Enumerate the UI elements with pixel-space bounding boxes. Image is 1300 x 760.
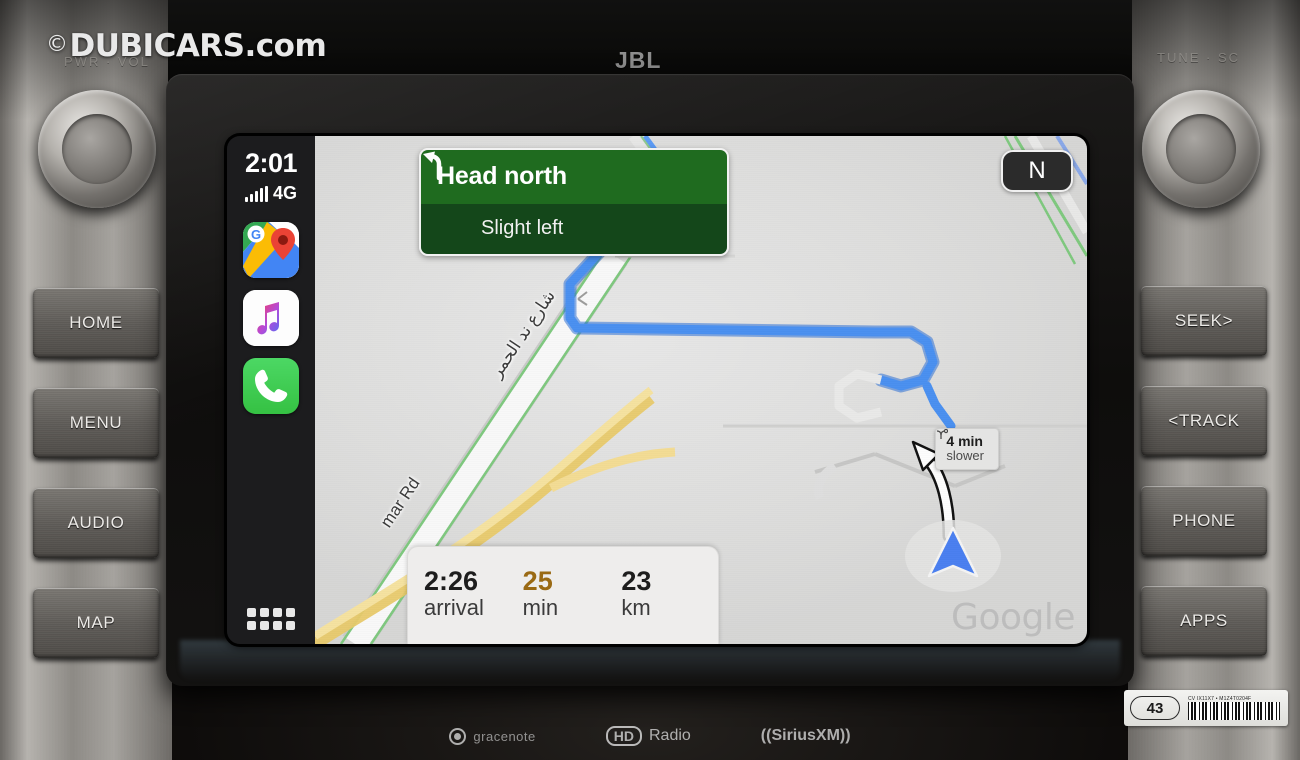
- eta-summary-card[interactable]: 2:26 arrival 25 min 23 km: [407, 546, 719, 644]
- left-knob-label: PWR · VOL: [64, 54, 150, 69]
- seek-button[interactable]: SEEK>: [1141, 286, 1267, 356]
- signal-bars-icon: [244, 186, 268, 202]
- bezel-logo-row: gracenote HD Radio ((SiriusXM)): [0, 726, 1300, 746]
- map-button[interactable]: MAP: [33, 588, 159, 658]
- hd-radio-icon: HD: [605, 726, 642, 746]
- compass-north-button[interactable]: N: [1001, 150, 1073, 192]
- apps-hw-button[interactable]: APPS: [1141, 586, 1267, 656]
- gracenote-logo: gracenote: [449, 727, 536, 745]
- eta-arrival: 2:26 arrival: [424, 565, 515, 621]
- alt-route-note: slower: [946, 448, 984, 464]
- menu-button[interactable]: MENU: [33, 388, 159, 458]
- dashboard-head-unit: JBL ©DUBICARS.com PWR · VOL TUNE · SC HO…: [0, 0, 1300, 760]
- phone-hw-button[interactable]: PHONE: [1141, 486, 1267, 556]
- carplay-sidebar: 2:01 4G G: [227, 136, 315, 644]
- jbl-logo: JBL: [615, 47, 662, 73]
- hd-radio-logo: HD Radio: [605, 726, 691, 746]
- track-button[interactable]: <TRACK: [1141, 386, 1267, 456]
- right-knob-label: TUNE · SC: [1157, 50, 1240, 65]
- barcode-icon: [1188, 702, 1280, 720]
- vehicle-position-marker: [905, 520, 1001, 592]
- audio-button[interactable]: AUDIO: [33, 488, 159, 558]
- eta-arrival-unit: arrival: [424, 595, 484, 621]
- eta-distance-value: 23: [621, 565, 652, 596]
- svg-text:G: G: [251, 227, 261, 242]
- status-clock: 2:01: [244, 148, 298, 178]
- gracenote-label: gracenote: [473, 728, 536, 744]
- slight-left-arrow-icon: [423, 151, 465, 243]
- hd-radio-label: Radio: [648, 727, 691, 744]
- alternate-route-callout[interactable]: 4 min slower: [935, 428, 999, 471]
- gracenote-icon: [449, 727, 467, 745]
- eta-duration: 25 min: [515, 565, 614, 621]
- apple-music-app-icon[interactable]: [243, 290, 299, 346]
- app-dock: G: [243, 222, 299, 414]
- sticker-barcode-block: CV IX11X7 • M1Z4T0204F: [1188, 696, 1280, 720]
- power-volume-knob[interactable]: [38, 90, 156, 208]
- google-maps-app-icon[interactable]: G: [243, 222, 299, 278]
- eta-distance: 23 km: [613, 565, 712, 621]
- status-network: 4G: [244, 183, 297, 203]
- map-canvas[interactable]: شارع ند الحمر mar Rd Head north Slight l…: [315, 136, 1087, 644]
- status-area: 2:01 4G: [227, 150, 315, 202]
- part-number-sticker: 43 CV IX11X7 • M1Z4T0204F: [1124, 690, 1288, 726]
- primary-instruction: Head north: [421, 150, 727, 204]
- carplay-screen[interactable]: 2:01 4G G شارع ند الحمر mar Rd Head nort…: [227, 136, 1087, 644]
- phone-app-icon[interactable]: [243, 358, 299, 414]
- next-instruction-row: Slight left: [421, 151, 727, 254]
- alt-route-delta: 4 min: [946, 433, 983, 449]
- sticker-number: 43: [1130, 696, 1180, 720]
- eta-duration-unit: min: [522, 595, 559, 621]
- eta-distance-unit: km: [621, 595, 651, 621]
- tune-scroll-knob[interactable]: [1142, 90, 1260, 208]
- google-attribution: Google: [951, 597, 1075, 638]
- eta-duration-value: 25: [522, 565, 553, 596]
- eta-arrival-value: 2:26: [424, 565, 479, 596]
- siriusxm-label: ((SiriusXM)): [760, 727, 851, 744]
- home-button[interactable]: HOME: [33, 288, 159, 358]
- next-instruction-label: Slight left: [481, 216, 564, 239]
- app-launcher-grid-button[interactable]: [247, 608, 295, 630]
- navigation-banner[interactable]: Head north Slight left: [419, 148, 729, 256]
- siriusxm-logo: ((SiriusXM)): [761, 727, 851, 745]
- alt-route-note-row: slower: [937, 429, 989, 464]
- network-type-label: 4G: [272, 183, 297, 203]
